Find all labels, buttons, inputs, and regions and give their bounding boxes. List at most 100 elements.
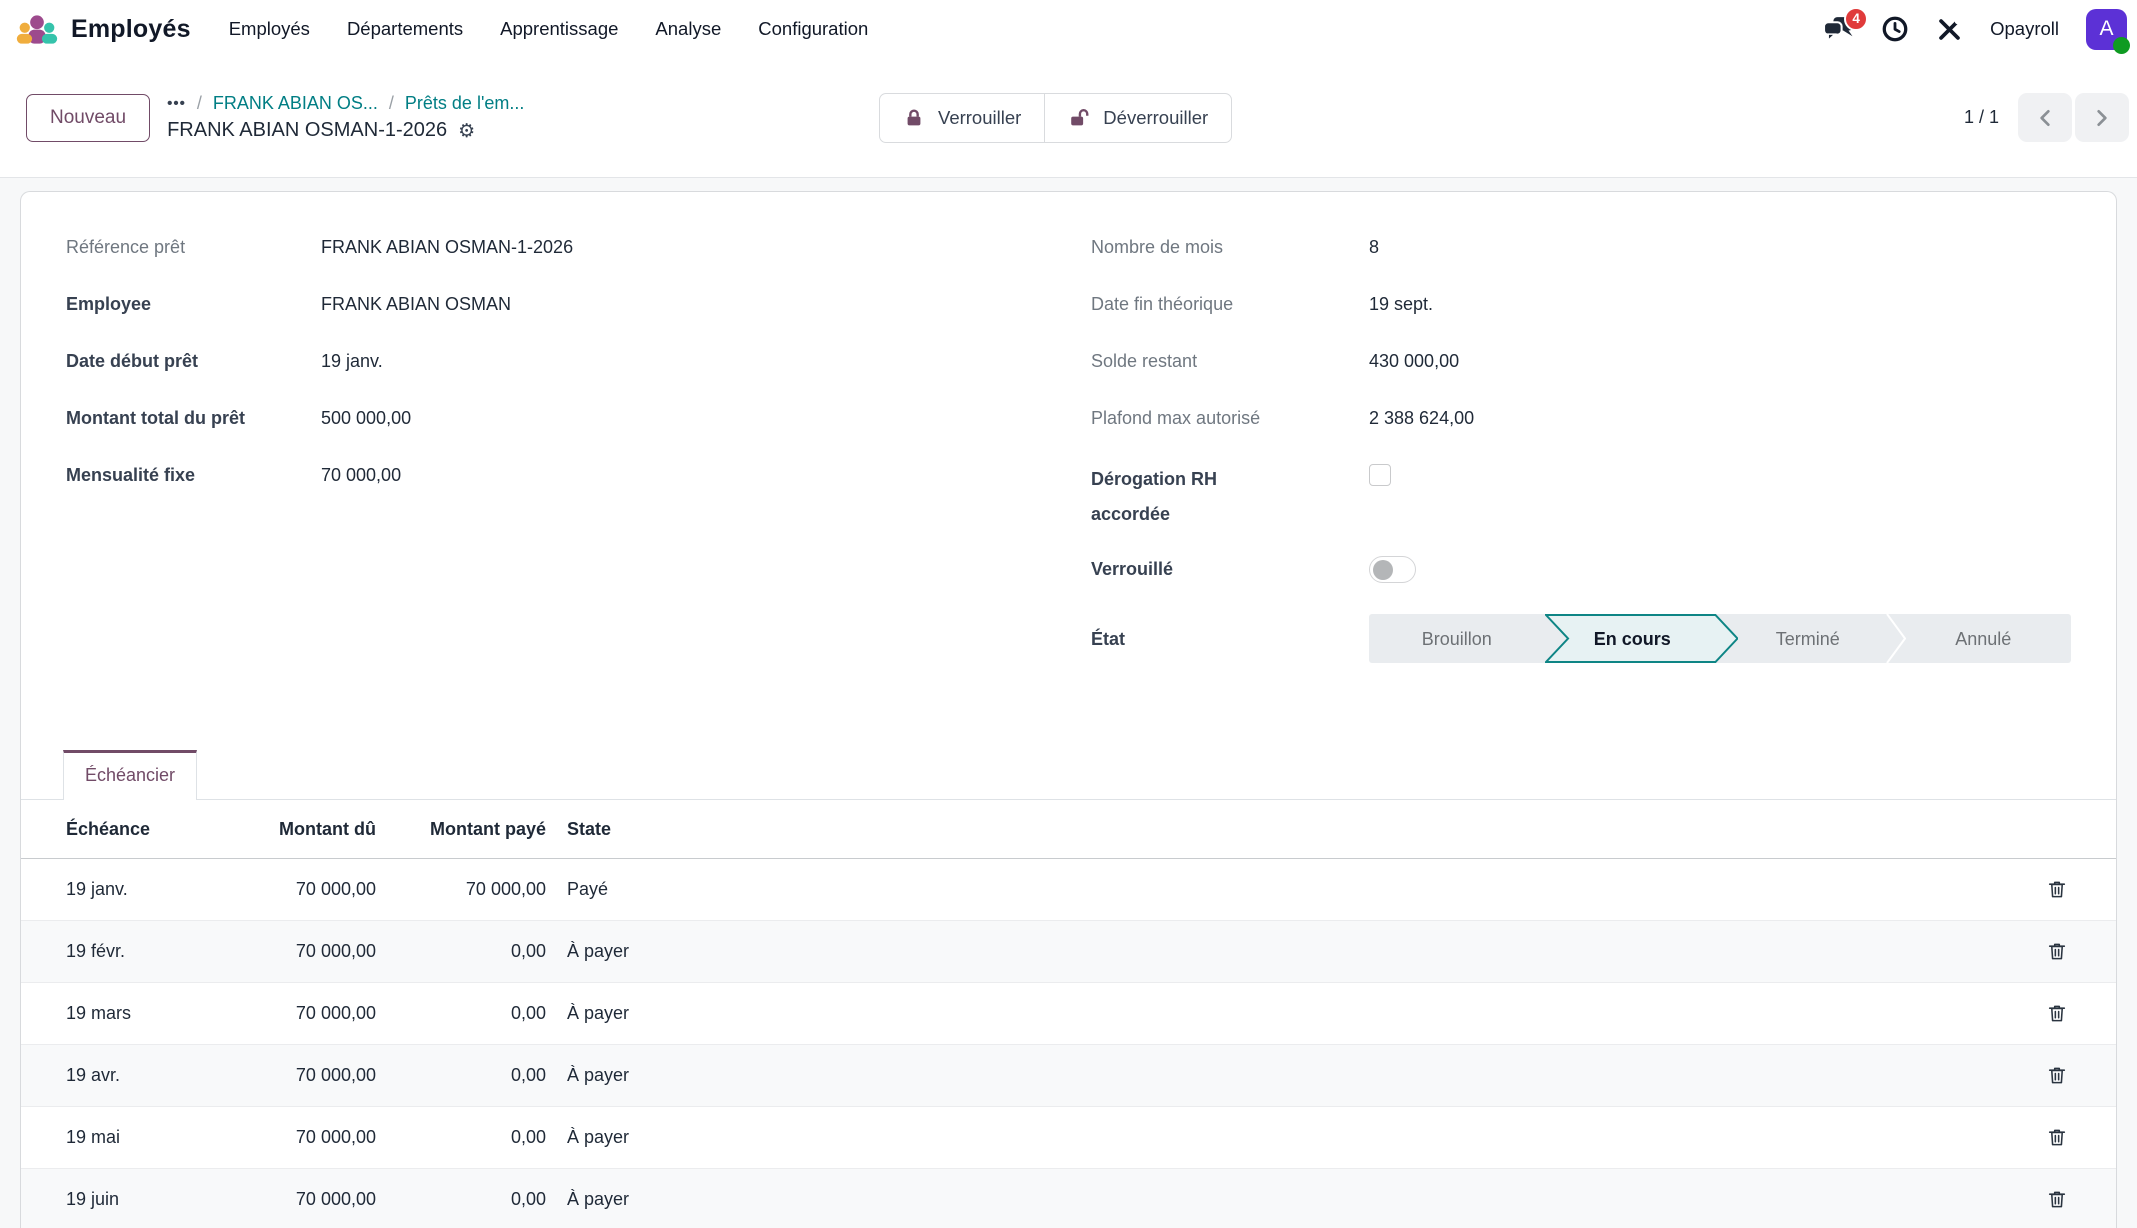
cell-montant-du[interactable]: 70 000,00 xyxy=(256,1189,376,1210)
breadcrumb-employee-link[interactable]: FRANK ABIAN OS... xyxy=(213,93,378,114)
field-value-date-debut[interactable]: 19 janv. xyxy=(321,348,383,374)
menu-item-employes[interactable]: Employés xyxy=(229,18,310,40)
column-header-montant-paye[interactable]: Montant payé xyxy=(376,819,546,840)
cell-state[interactable]: À payer xyxy=(546,1065,2020,1086)
field-value-date-fin[interactable]: 19 sept. xyxy=(1369,291,1433,317)
table-row[interactable]: 19 juin 70 000,00 0,00 À payer xyxy=(21,1169,2116,1228)
menu-item-configuration[interactable]: Configuration xyxy=(758,18,868,40)
field-value-plafond-max[interactable]: 2 388 624,00 xyxy=(1369,405,1474,431)
cell-echeance[interactable]: 19 janv. xyxy=(21,879,256,900)
form-right-column: Nombre de mois 8 Date fin théorique 19 s… xyxy=(1091,234,2071,694)
delete-row-button[interactable] xyxy=(2046,1188,2068,1211)
toggle-knob xyxy=(1373,560,1393,580)
trash-icon xyxy=(2046,1188,2068,1211)
cell-montant-du[interactable]: 70 000,00 xyxy=(256,941,376,962)
lock-button[interactable]: Verrouiller xyxy=(879,93,1045,143)
cell-state[interactable]: À payer xyxy=(546,941,2020,962)
table-header-row: Échéance Montant dû Montant payé State xyxy=(21,800,2116,859)
field-value-mensualite[interactable]: 70 000,00 xyxy=(321,462,401,488)
field-label-date-fin: Date fin théorique xyxy=(1091,291,1369,317)
company-name[interactable]: Opayroll xyxy=(1990,18,2059,40)
field-label-solde-restant: Solde restant xyxy=(1091,348,1369,374)
lock-open-icon xyxy=(1068,107,1090,129)
status-bar: Brouillon En cours Terminé Annulé xyxy=(1369,614,2071,663)
cell-montant-paye[interactable]: 0,00 xyxy=(376,1127,546,1148)
table-row[interactable]: 19 janv. 70 000,00 70 000,00 Payé xyxy=(21,859,2116,921)
cell-montant-du[interactable]: 70 000,00 xyxy=(256,879,376,900)
cell-state[interactable]: Payé xyxy=(546,879,2020,900)
pager-previous-button[interactable] xyxy=(2018,93,2072,142)
app-switcher[interactable]: Employés xyxy=(15,11,191,47)
cell-state[interactable]: À payer xyxy=(546,1189,2020,1210)
table-row[interactable]: 19 avr. 70 000,00 0,00 À payer xyxy=(21,1045,2116,1107)
new-record-button[interactable]: Nouveau xyxy=(26,94,150,142)
pager-next-button[interactable] xyxy=(2075,93,2129,142)
field-value-montant-total[interactable]: 500 000,00 xyxy=(321,405,411,431)
lock-button-group: Verrouiller Déverrouiller xyxy=(879,93,1232,143)
table-row[interactable]: 19 févr. 70 000,00 0,00 À payer xyxy=(21,921,2116,983)
cell-montant-paye[interactable]: 0,00 xyxy=(376,941,546,962)
cell-montant-du[interactable]: 70 000,00 xyxy=(256,1003,376,1024)
field-value-nombre-mois[interactable]: 8 xyxy=(1369,234,1379,260)
avatar-initial: A xyxy=(2099,17,2113,41)
delete-row-button[interactable] xyxy=(2046,1064,2068,1087)
cell-montant-du[interactable]: 70 000,00 xyxy=(256,1065,376,1086)
activities-button[interactable] xyxy=(1881,15,1909,43)
delete-row-button[interactable] xyxy=(2046,1002,2068,1025)
cell-montant-paye[interactable]: 70 000,00 xyxy=(376,879,546,900)
field-label-date-debut: Date début prêt xyxy=(66,348,321,374)
menu-item-apprentissage[interactable]: Apprentissage xyxy=(500,18,618,40)
breadcrumb-loans-link[interactable]: Prêts de l'em... xyxy=(405,93,524,114)
notebook-tab-bar: Échéancier xyxy=(21,750,2116,800)
delete-row-button[interactable] xyxy=(2046,1126,2068,1149)
field-value-reference-pret[interactable]: FRANK ABIAN OSMAN-1-2026 xyxy=(321,234,573,260)
verrouille-toggle[interactable] xyxy=(1369,556,1416,583)
table-row[interactable]: 19 mai 70 000,00 0,00 À payer xyxy=(21,1107,2116,1169)
status-step-brouillon[interactable]: Brouillon xyxy=(1369,614,1545,663)
messages-count-badge: 4 xyxy=(1844,7,1868,31)
cell-echeance[interactable]: 19 mai xyxy=(21,1127,256,1148)
cell-montant-du[interactable]: 70 000,00 xyxy=(256,1127,376,1148)
tab-echeancier[interactable]: Échéancier xyxy=(63,750,197,800)
cell-state[interactable]: À payer xyxy=(546,1003,2020,1024)
column-header-echeance[interactable]: Échéance xyxy=(21,819,256,840)
cell-montant-paye[interactable]: 0,00 xyxy=(376,1189,546,1210)
column-header-state[interactable]: State xyxy=(546,819,2020,840)
status-step-annule[interactable]: Annulé xyxy=(1896,614,2072,663)
breadcrumb-ellipsis[interactable]: ••• xyxy=(167,95,186,112)
cell-echeance[interactable]: 19 mars xyxy=(21,1003,256,1024)
cell-state[interactable]: À payer xyxy=(546,1127,2020,1148)
delete-row-button[interactable] xyxy=(2046,878,2068,901)
lock-closed-icon xyxy=(903,107,925,129)
user-avatar[interactable]: A xyxy=(2086,9,2127,50)
cell-montant-paye[interactable]: 0,00 xyxy=(376,1003,546,1024)
cell-echeance[interactable]: 19 avr. xyxy=(21,1065,256,1086)
cell-echeance[interactable]: 19 juin xyxy=(21,1189,256,1210)
debug-tools-button[interactable] xyxy=(1936,16,1963,43)
derogation-rh-checkbox[interactable] xyxy=(1369,464,1391,486)
cell-montant-paye[interactable]: 0,00 xyxy=(376,1065,546,1086)
unlock-button[interactable]: Déverrouiller xyxy=(1044,93,1232,143)
field-value-solde-restant[interactable]: 430 000,00 xyxy=(1369,348,1459,374)
field-label-nombre-mois: Nombre de mois xyxy=(1091,234,1369,260)
field-value-employee[interactable]: FRANK ABIAN OSMAN xyxy=(321,291,511,317)
delete-row-button[interactable] xyxy=(2046,940,2068,963)
record-title: FRANK ABIAN OSMAN-1-2026 xyxy=(167,119,447,142)
field-label-derogation-rh: Dérogation RH accordée xyxy=(1091,462,1266,532)
table-row[interactable]: 19 mars 70 000,00 0,00 À payer xyxy=(21,983,2116,1045)
menu-item-departements[interactable]: Départements xyxy=(347,18,463,40)
column-header-montant-du[interactable]: Montant dû xyxy=(256,819,376,840)
status-step-en-cours[interactable]: En cours xyxy=(1545,614,1721,663)
echeancier-table: Échéance Montant dû Montant payé State 1… xyxy=(21,800,2116,1228)
menu-item-analyse[interactable]: Analyse xyxy=(655,18,721,40)
field-label-mensualite: Mensualité fixe xyxy=(66,462,321,488)
status-step-termine[interactable]: Terminé xyxy=(1720,614,1896,663)
breadcrumb: ••• / FRANK ABIAN OS... / Prêts de l'em.… xyxy=(167,93,524,142)
messages-button[interactable]: 4 xyxy=(1823,16,1854,43)
field-label-employee: Employee xyxy=(66,291,321,317)
field-label-plafond-max: Plafond max autorisé xyxy=(1091,405,1369,431)
cell-echeance[interactable]: 19 févr. xyxy=(21,941,256,962)
actions-gear-icon[interactable]: ⚙ xyxy=(458,120,475,142)
form-sheet: Référence prêt FRANK ABIAN OSMAN-1-2026 … xyxy=(20,191,2117,1228)
breadcrumb-separator: / xyxy=(389,93,394,114)
